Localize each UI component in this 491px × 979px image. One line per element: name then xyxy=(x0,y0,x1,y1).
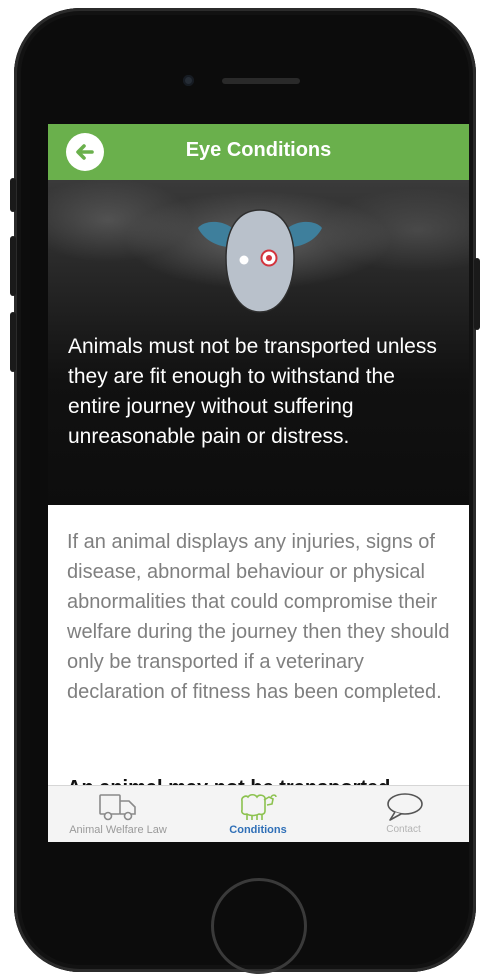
truck-icon xyxy=(99,794,136,821)
side-button-power xyxy=(474,258,480,330)
tab-label-conditions: Conditions xyxy=(229,824,287,836)
tab-conditions[interactable]: Conditions xyxy=(193,786,323,842)
side-button-volume-up xyxy=(10,236,16,296)
side-button-volume-down xyxy=(10,312,16,372)
nav-header: Eye Conditions xyxy=(48,124,469,180)
tab-bar: Animal Welfare Law Conditions Contact xyxy=(48,785,469,842)
front-camera xyxy=(183,75,194,86)
side-button-silent xyxy=(10,178,16,212)
earpiece-speaker xyxy=(222,78,300,84)
page-title: Eye Conditions xyxy=(185,139,332,161)
tab-animal-welfare-law[interactable]: Animal Welfare Law xyxy=(48,786,188,842)
speech-bubble-icon xyxy=(386,793,423,821)
tab-label-animal-welfare-law: Animal Welfare Law xyxy=(69,824,167,836)
hero-message: Animals must not be transported unless t… xyxy=(68,335,437,448)
home-button[interactable] xyxy=(211,878,307,974)
sheep-icon xyxy=(241,793,277,820)
sheep-face-icon xyxy=(198,209,322,313)
hero-banner: Animals must not be transported unless t… xyxy=(48,180,469,505)
fitness-paragraph: If an animal displays any injuries, sign… xyxy=(67,531,450,703)
app-screen: Eye Conditions Animals must not be trans… xyxy=(48,124,469,842)
tab-contact[interactable]: Contact xyxy=(338,786,469,842)
tab-label-contact: Contact xyxy=(386,824,421,835)
